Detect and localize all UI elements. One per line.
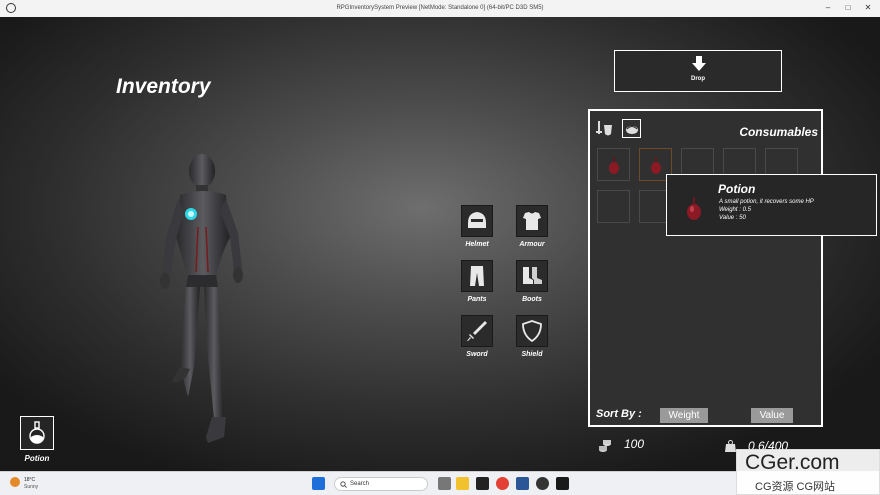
arrow-down-icon xyxy=(692,56,706,71)
consumables-tab[interactable] xyxy=(622,119,641,138)
pants-label: Pants xyxy=(467,296,487,303)
search-icon xyxy=(340,481,347,488)
gold-amount: 100 xyxy=(624,437,645,451)
quick-slot[interactable] xyxy=(20,416,54,450)
search-placeholder: Search xyxy=(350,481,370,487)
quick-slot-label: Potion xyxy=(24,454,50,463)
drop-button[interactable]: Drop xyxy=(614,50,782,92)
pants-slot[interactable] xyxy=(461,260,493,292)
tooltip-item-name: Potion xyxy=(718,182,756,196)
sort-weight-button[interactable]: Weight xyxy=(660,408,708,423)
boots-icon xyxy=(523,267,542,284)
consumables-tab-icon xyxy=(626,126,638,134)
potion-icon xyxy=(651,157,661,174)
tooltip-weight: Weight : 0.5 xyxy=(719,207,751,213)
sword-icon xyxy=(467,321,487,341)
inventory-panel: Consumables Sort By : Weight Value xyxy=(588,109,823,427)
taskbar-search[interactable]: Search xyxy=(334,477,428,491)
tooltip-value: Value : 50 xyxy=(719,215,746,221)
window-titlebar: RPGInventorySystem Preview [NetMode: Sta… xyxy=(0,0,880,17)
character-preview xyxy=(160,154,243,443)
weather-temperature: 18°C xyxy=(24,477,36,483)
shield-icon xyxy=(522,320,542,343)
shield-label: Shield xyxy=(521,351,543,358)
watermark-line2: CG资源 CG网站 xyxy=(755,481,836,493)
inventory-slot[interactable] xyxy=(597,148,630,181)
window-title: RPGInventorySystem Preview [NetMode: Sta… xyxy=(336,5,544,11)
watermark-line1: CGer.com xyxy=(745,451,840,474)
file-explorer-icon[interactable] xyxy=(456,477,469,490)
start-icon[interactable] xyxy=(312,477,325,490)
category-title: Consumables xyxy=(739,125,818,139)
coins-icon xyxy=(599,440,611,452)
potion-flask-icon xyxy=(29,421,45,444)
helmet-label: Helmet xyxy=(465,241,489,248)
weather-condition: Sunny xyxy=(24,484,39,490)
sort-by-label: Sort By : xyxy=(596,408,642,420)
obs-icon[interactable] xyxy=(536,477,549,490)
weather-sun-icon[interactable] xyxy=(10,477,20,487)
weapons-tab-icon xyxy=(596,121,612,136)
armour-label: Armour xyxy=(519,241,545,248)
word-icon[interactable] xyxy=(516,477,529,490)
sword-label: Sword xyxy=(466,351,488,358)
helmet-slot[interactable] xyxy=(461,205,493,237)
close-icon[interactable]: ✕ xyxy=(860,2,876,14)
maximize-icon[interactable]: □ xyxy=(840,2,856,14)
minimize-icon[interactable]: – xyxy=(820,2,836,14)
item-tooltip: Potion A small potion, it recovers some … xyxy=(666,174,877,236)
sword-slot[interactable] xyxy=(461,315,493,347)
tooltip-description: A small potion, it recovers some HP xyxy=(719,199,814,205)
inventory-slot[interactable] xyxy=(597,190,630,223)
drop-button-label: Drop xyxy=(691,76,705,82)
shield-slot[interactable] xyxy=(516,315,548,347)
watermark-logo: CGer.com CG资源 CG网站 xyxy=(736,449,880,495)
chrome-icon[interactable] xyxy=(496,477,509,490)
task-view-icon[interactable] xyxy=(438,477,451,490)
unreal-engine-icon[interactable] xyxy=(476,477,489,490)
boots-label: Boots xyxy=(522,296,542,303)
potion-icon xyxy=(609,157,619,174)
sort-value-button[interactable]: Value xyxy=(751,408,793,423)
helmet-icon xyxy=(468,212,486,228)
game-viewport: Inventory Helmet Armour Pants Boots Swor… xyxy=(0,17,880,471)
potion-icon xyxy=(687,197,701,220)
armour-icon xyxy=(523,212,541,230)
armour-slot[interactable] xyxy=(516,205,548,237)
inventory-title: Inventory xyxy=(116,75,211,98)
weapons-tab[interactable] xyxy=(595,119,614,138)
pants-icon xyxy=(470,266,484,286)
boots-slot[interactable] xyxy=(516,260,548,292)
app-icon[interactable] xyxy=(556,477,569,490)
